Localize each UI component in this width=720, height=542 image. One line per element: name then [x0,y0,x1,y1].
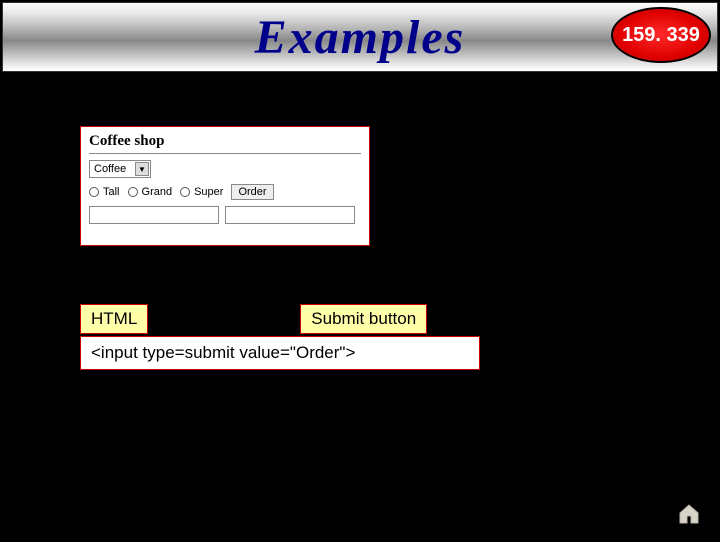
slide-content: Coffee shop Coffee ▼ Tall Grand Super Or… [0,74,720,540]
radio-grand-label: Grand [142,186,173,198]
text-input-1[interactable] [89,206,219,224]
html-label: HTML [80,304,148,334]
radio-tall-label: Tall [103,186,120,198]
coffee-select[interactable]: Coffee ▼ [89,160,151,178]
course-number-badge: 159. 339 [611,7,711,63]
example-form-box: Coffee shop Coffee ▼ Tall Grand Super Or… [80,126,370,246]
code-snippet: <input type=submit value="Order"> [80,336,480,370]
radio-tall[interactable] [89,187,99,197]
text-input-row [89,206,361,224]
order-button[interactable]: Order [231,184,273,200]
radio-super-label: Super [194,186,223,198]
label-row: HTML Submit button [80,304,427,334]
chevron-down-icon: ▼ [135,162,149,176]
select-row: Coffee ▼ [89,160,361,178]
divider [89,153,361,154]
form-heading: Coffee shop [89,133,361,150]
text-input-2[interactable] [225,206,355,224]
page-title: Examples [255,10,466,65]
size-radio-group: Tall Grand Super Order [89,184,361,200]
radio-super[interactable] [180,187,190,197]
home-icon[interactable] [676,502,702,526]
coffee-select-value: Coffee [94,163,126,175]
title-bar: Examples 159. 339 [2,2,718,72]
submit-button-label: Submit button [300,304,427,334]
radio-grand[interactable] [128,187,138,197]
